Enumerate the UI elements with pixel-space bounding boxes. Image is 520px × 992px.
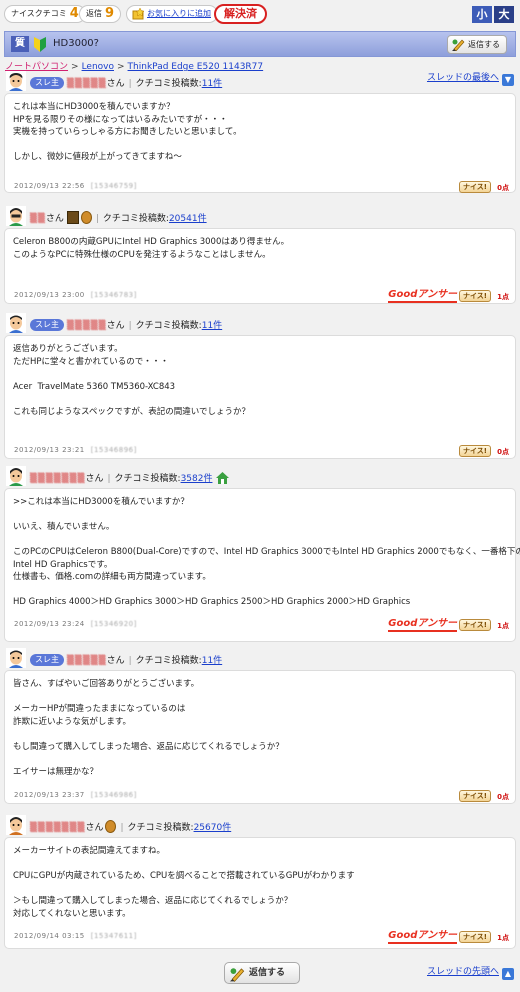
- nice-points: 0点: [497, 184, 509, 192]
- nice-button[interactable]: ナイス!: [459, 619, 491, 631]
- nice-points: 0点: [497, 793, 509, 801]
- question-title-bar: 質 HD3000? 返信する: [4, 31, 516, 57]
- username[interactable]: ▒▒▒▒▒: [67, 321, 107, 331]
- post-count-link[interactable]: 20541件: [169, 214, 207, 224]
- font-large-button[interactable]: 大: [494, 6, 514, 23]
- post-count-link[interactable]: 11件: [202, 79, 222, 89]
- username[interactable]: ▒▒▒▒▒: [67, 656, 107, 666]
- favorite-folder-icon: [132, 8, 144, 20]
- post-text: 皆さん、すばやいご回答ありがとうございます。 メーカーHPが間違ったままになって…: [13, 679, 284, 777]
- post-date: 2012/09/14 03:15 [15347611]: [14, 932, 137, 940]
- arrow-up-icon: ▲: [502, 968, 514, 980]
- top-bar: ナイスクチコミ 4 返信 9 お気に入りに追加 解決済 小 大: [0, 0, 520, 28]
- nice-button[interactable]: ナイス!: [459, 445, 491, 457]
- nice-button[interactable]: ナイス!: [459, 790, 491, 802]
- post-header: ▒▒▒▒▒▒▒さん | クチコミ投稿数:25670件: [4, 815, 516, 837]
- to-thread-start-link[interactable]: スレッドの先頭へ ▲: [427, 964, 514, 980]
- solved-badge: 解決済: [214, 4, 267, 24]
- home-icon[interactable]: [216, 472, 230, 484]
- post-date: 2012/09/13 23:00 [15346783]: [14, 291, 137, 299]
- post-body: これは本当にHD3000を積んでいますか？ HPを見る限りその様になってはいるみ…: [4, 93, 516, 193]
- post-header: スレ主 ▒▒▒▒▒さん | クチコミ投稿数:11件: [4, 313, 516, 335]
- post-count-link[interactable]: 3582件: [181, 474, 213, 484]
- reply-button[interactable]: 返信する: [447, 35, 507, 54]
- post-header: ▒▒▒▒▒▒▒さん | クチコミ投稿数:3582件: [4, 466, 516, 488]
- nice-button[interactable]: ナイス!: [459, 290, 491, 302]
- post-text: これは本当にHD3000を積んでいますか？ HPを見る限りその様になってはいるみ…: [13, 102, 242, 162]
- post-body: メーカーサイトの表記間違えてますね。 CPUにGPUが内蔵されているため、CPU…: [4, 837, 516, 949]
- post-body: Celeron B800の内蔵GPUにIntel HD Graphics 300…: [4, 228, 516, 304]
- nice-count-badge: ナイスクチコミ 4: [4, 5, 86, 23]
- bottom-reply-button[interactable]: 返信する: [224, 962, 300, 984]
- username[interactable]: ▒▒▒▒▒▒▒: [30, 823, 85, 833]
- post-text: >>これは本当にHD3000を積んでいますか？ いいえ、積んでいません。 このP…: [13, 497, 520, 607]
- post-count-link[interactable]: 25670件: [194, 823, 232, 833]
- post-header: スレ主 ▒▒▒▒▒さん | クチコミ投稿数:11件: [4, 71, 516, 93]
- thread-owner-badge: スレ主: [30, 77, 64, 89]
- nice-points: 1点: [497, 934, 509, 942]
- nice-points: 1点: [497, 293, 509, 301]
- thread-owner-badge: スレ主: [30, 654, 64, 666]
- add-favorite-button[interactable]: お気に入りに追加: [126, 5, 218, 23]
- medal-icon: [80, 211, 92, 224]
- avatar: [6, 466, 26, 486]
- avatar: [6, 648, 26, 668]
- nice-points: 0点: [497, 448, 509, 456]
- post-text: Celeron B800の内蔵GPUにIntel HD Graphics 300…: [13, 237, 290, 260]
- post-body: >>これは本当にHD3000を積んでいますか？ いいえ、積んでいません。 このP…: [4, 488, 520, 642]
- post-date: 2012/09/13 23:21 [15346896]: [14, 446, 137, 454]
- good-answer-badge: Goodアンサー: [388, 930, 457, 944]
- post-header: スレ主 ▒▒▒▒▒さん | クチコミ投稿数:11件: [4, 648, 516, 670]
- post-date: 2012/09/13 22:56 [15346759]: [14, 182, 137, 190]
- reply-count-badge: 返信 9: [79, 5, 122, 23]
- avatar: [6, 815, 26, 835]
- font-small-button[interactable]: 小: [472, 6, 492, 23]
- avatar: [6, 206, 26, 226]
- thread-owner-badge: スレ主: [30, 319, 64, 331]
- post-body: 返信ありがとうございます。 ただHPに堂々と書かれているので・・・ Acer T…: [4, 335, 516, 459]
- post-count-link[interactable]: 11件: [202, 656, 222, 666]
- post-body: 皆さん、すばやいご回答ありがとうございます。 メーカーHPが間違ったままになって…: [4, 670, 516, 804]
- post-text: メーカーサイトの表記間違えてますね。 CPUにGPUが内蔵されているため、CPU…: [13, 846, 355, 919]
- good-answer-badge: Goodアンサー: [388, 289, 457, 303]
- post-count-link[interactable]: 11件: [202, 321, 222, 331]
- nice-button[interactable]: ナイス!: [459, 931, 491, 943]
- good-answer-badge: Goodアンサー: [388, 618, 457, 632]
- post-text: 返信ありがとうございます。 ただHPに堂々と書かれているので・・・ Acer T…: [13, 344, 250, 417]
- trophy-icon: [66, 211, 79, 224]
- pencil-icon: [230, 968, 245, 982]
- username[interactable]: ▒▒▒▒▒: [67, 79, 107, 89]
- username[interactable]: ▒▒: [30, 214, 46, 224]
- beginner-mark-icon: [34, 37, 46, 52]
- avatar: [6, 71, 26, 91]
- nice-points: 1点: [497, 622, 509, 630]
- post-date: 2012/09/13 23:37 [15346986]: [14, 791, 137, 799]
- pencil-icon: [452, 39, 465, 51]
- nice-button[interactable]: ナイス!: [459, 181, 491, 193]
- username[interactable]: ▒▒▒▒▒▒▒: [30, 474, 85, 484]
- question-tag: 質: [11, 36, 29, 52]
- post-date: 2012/09/13 23:24 [15346920]: [14, 620, 137, 628]
- avatar: [6, 313, 26, 333]
- post-header: ▒▒さん | クチコミ投稿数:20541件: [4, 206, 516, 228]
- question-title: HD3000?: [53, 38, 99, 49]
- medal-icon: [105, 820, 117, 833]
